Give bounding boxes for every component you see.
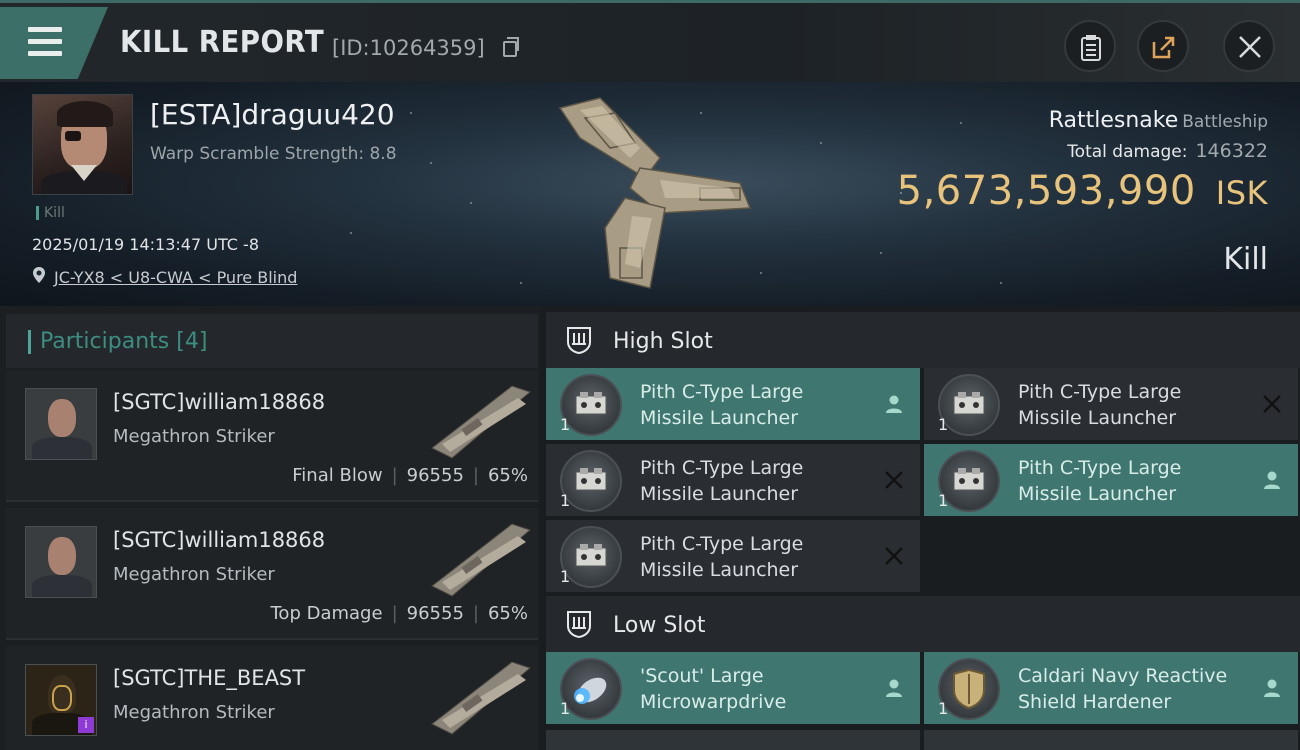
- participant-damage: 96555: [406, 465, 464, 486]
- isk-amount: 5,673,593,990: [896, 168, 1196, 214]
- high-slot-header: High Slot: [546, 312, 1300, 368]
- low-slot-header: Low Slot: [546, 596, 1300, 652]
- total-damage: Total damage: 146322: [1067, 140, 1268, 162]
- participants-panel: Participants [4] [SGTC]william18868 Mega…: [0, 306, 540, 750]
- participant-ship-image: [431, 523, 532, 597]
- victim-name[interactable]: [ESTA]draguu420: [150, 98, 395, 131]
- warp-scramble-strength: Warp Scramble Strength: 8.8: [150, 144, 397, 164]
- module-name: Pith C-Type Large Missile Launcher: [640, 457, 804, 505]
- location-pin-icon: [33, 267, 45, 283]
- total-damage-value: 146322: [1195, 140, 1268, 162]
- report-id: [ID:10264359]: [332, 36, 485, 60]
- participant-damage: 96555: [406, 603, 464, 624]
- module-quantity: 1: [560, 567, 571, 586]
- share-button[interactable]: [1137, 20, 1189, 72]
- victim-ship-image: [558, 97, 752, 289]
- destroyed-x-icon: [885, 547, 903, 565]
- victim-portrait[interactable]: [32, 94, 133, 195]
- module-item[interactable]: 1 Pith C-Type Large Missile Launcher: [546, 368, 920, 440]
- module-quantity: 1: [938, 699, 949, 718]
- kill-tag: Kill: [36, 206, 65, 220]
- share-icon: [1152, 36, 1175, 59]
- participant-name: [SGTC]william18868: [113, 390, 326, 414]
- participant-card[interactable]: i [SGTC]THE_BEAST Megathron Striker: [6, 646, 538, 750]
- hamburger-icon: [28, 27, 62, 57]
- destroyed-x-icon: [1263, 395, 1281, 413]
- module-item[interactable]: 1 'Scout' Large Microwarpdrive: [546, 652, 920, 724]
- participant-role: Top Damage: [270, 603, 383, 624]
- victim-banner: [ESTA]draguu420 Warp Scramble Strength: …: [0, 82, 1300, 306]
- module-item[interactable]: 1 Pith C-Type Large Missile Launcher: [924, 368, 1298, 440]
- module-name: Caldari Navy Reactive Shield Hardener: [1018, 665, 1228, 713]
- fitting-panel: High Slot 1 Pith C-Type Large Missile Lau…: [540, 306, 1300, 750]
- participant-name: [SGTC]william18868: [113, 528, 326, 552]
- low-slot-icon: [567, 611, 591, 639]
- participant-percent: 65%: [487, 465, 528, 486]
- module-name: Pith C-Type Large Missile Launcher: [640, 381, 804, 429]
- fitted-person-icon: [886, 395, 902, 413]
- module-quantity: 1: [938, 415, 949, 434]
- module-name: Pith C-Type Large Missile Launcher: [1018, 381, 1182, 429]
- participant-role: Final Blow: [292, 465, 383, 486]
- location-link[interactable]: JC-YX8 < U8-CWA < Pure Blind: [54, 268, 297, 287]
- kill-datetime: 2025/01/19 14:13:47 UTC -8: [32, 235, 260, 254]
- module-item-partial[interactable]: [546, 730, 920, 750]
- participant-percent: 65%: [487, 603, 528, 624]
- module-item[interactable]: 1 Pith C-Type Large Missile Launcher: [546, 520, 920, 592]
- participant-stats: Top Damage | 96555 | 65%: [270, 603, 529, 624]
- result-label: Kill: [1223, 242, 1268, 277]
- module-quantity: 1: [560, 491, 571, 510]
- module-quantity: 1: [560, 415, 571, 434]
- ship-class-text: Battleship: [1182, 112, 1268, 132]
- module-item[interactable]: 1 Pith C-Type Large Missile Launcher: [924, 444, 1298, 516]
- participants-title: Participants: [40, 329, 170, 354]
- module-quantity: 1: [560, 699, 571, 718]
- module-name: Pith C-Type Large Missile Launcher: [1018, 457, 1182, 505]
- participant-ship-image: [431, 385, 532, 459]
- module-quantity: 1: [938, 491, 949, 510]
- participant-ship: Megathron Striker: [113, 564, 275, 585]
- victim-ship-name[interactable]: Rattlesnake Battleship: [1049, 108, 1268, 133]
- participant-ship: Megathron Striker: [113, 426, 275, 447]
- fitted-person-icon: [1264, 471, 1280, 489]
- close-icon: [1239, 36, 1261, 58]
- ship-name-text: Rattlesnake: [1048, 108, 1179, 133]
- clipboard-button[interactable]: [1064, 20, 1116, 72]
- isk-value: 5,673,593,990 ISK: [897, 168, 1268, 214]
- module-name: Pith C-Type Large Missile Launcher: [640, 533, 804, 581]
- participant-card[interactable]: [SGTC]william18868 Megathron Striker Top…: [6, 508, 538, 640]
- high-slot-title: High Slot: [613, 329, 713, 354]
- participants-header: Participants [4]: [6, 314, 538, 368]
- page-title: KILL REPORT: [120, 25, 325, 60]
- info-badge-icon: i: [78, 717, 94, 733]
- participant-card[interactable]: [SGTC]william18868 Megathron Striker Fin…: [6, 370, 538, 502]
- participant-stats: Final Blow | 96555 | 65%: [292, 465, 528, 486]
- module-item[interactable]: 1 Caldari Navy Reactive Shield Hardener: [924, 652, 1298, 724]
- destroyed-x-icon: [885, 471, 903, 489]
- low-slot-title: Low Slot: [613, 613, 706, 638]
- module-item-partial[interactable]: [924, 730, 1298, 750]
- copy-id-icon[interactable]: [503, 37, 519, 57]
- isk-unit: ISK: [1215, 174, 1268, 212]
- module-name: 'Scout' Large Microwarpdrive: [640, 665, 787, 713]
- participant-name: [SGTC]THE_BEAST: [113, 666, 306, 690]
- participant-avatar[interactable]: i: [25, 664, 97, 736]
- high-slot-icon: [567, 327, 591, 355]
- participant-avatar[interactable]: [25, 388, 97, 460]
- total-damage-label: Total damage:: [1067, 142, 1188, 162]
- title-bar: KILL REPORT [ID:10264359]: [0, 0, 1300, 82]
- participant-avatar[interactable]: [25, 526, 97, 598]
- clipboard-icon: [1081, 35, 1101, 61]
- participants-count: [4]: [176, 329, 208, 354]
- fitted-person-icon: [886, 679, 902, 697]
- menu-button[interactable]: [0, 7, 108, 79]
- fitted-person-icon: [1264, 679, 1280, 697]
- module-item[interactable]: 1 Pith C-Type Large Missile Launcher: [546, 444, 920, 516]
- close-button[interactable]: [1223, 20, 1275, 72]
- participant-ship: Megathron Striker: [113, 702, 275, 723]
- participant-ship-image: [431, 661, 532, 735]
